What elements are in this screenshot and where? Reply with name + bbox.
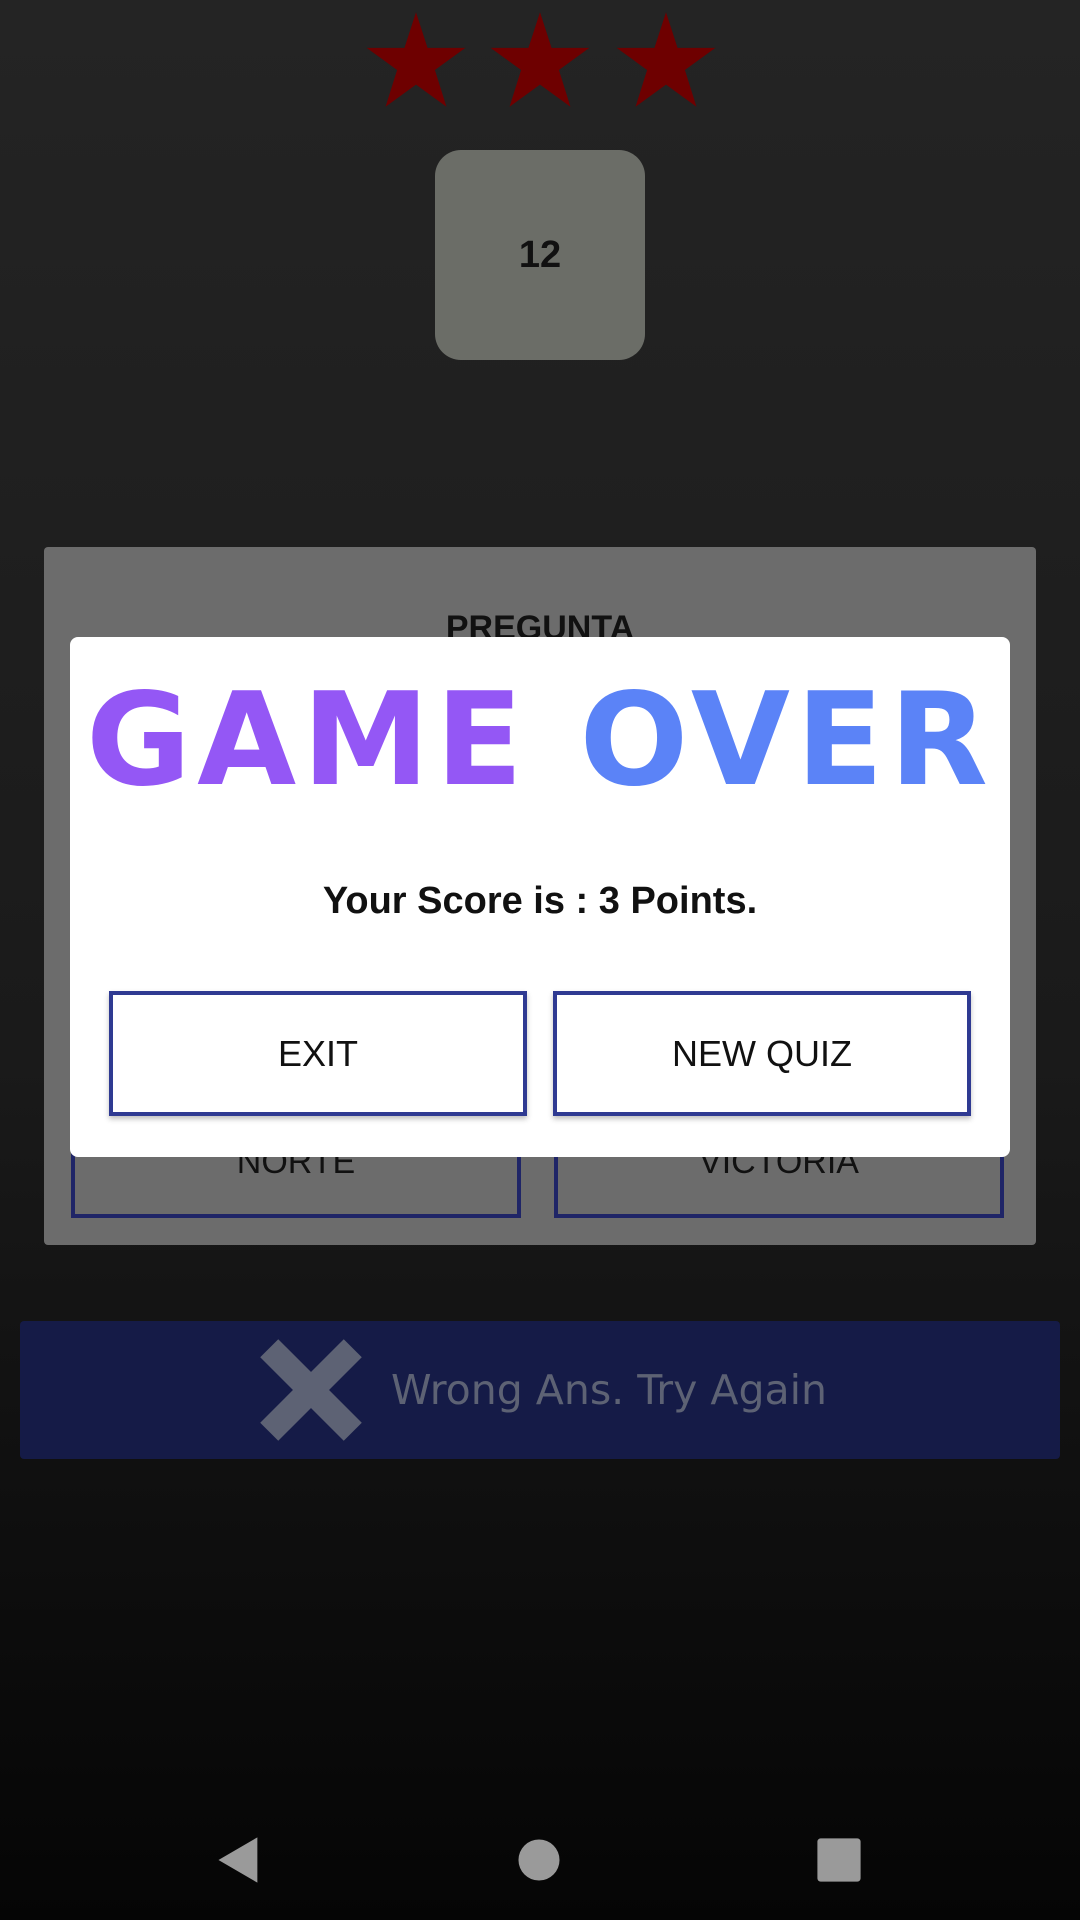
star-rating (0, 8, 1080, 113)
timer-value: 12 (518, 233, 562, 276)
game-over-title: GAME OVER (70, 677, 1010, 805)
new-quiz-button[interactable]: NEW QUIZ (553, 991, 971, 1116)
countdown-timer: 12 (435, 150, 645, 360)
new-quiz-button-label: NEW QUIZ (672, 1032, 852, 1074)
score-text: Your Score is : 3 Points. (322, 880, 758, 922)
close-icon (253, 1332, 369, 1448)
star-icon (486, 8, 594, 113)
title-word-over: OVER (579, 666, 994, 815)
exit-button-label: EXIT (277, 1032, 358, 1074)
game-over-dialog: GAME OVER Your Score is : 3 Points. EXIT… (70, 637, 1010, 1157)
wrong-answer-banner: Wrong Ans. Try Again (20, 1321, 1060, 1459)
back-icon[interactable] (212, 1833, 266, 1887)
recents-icon[interactable] (812, 1833, 866, 1887)
star-icon (612, 8, 720, 113)
star-icon (362, 8, 470, 113)
title-word-game: GAME (86, 666, 529, 815)
system-navigation-bar (0, 1800, 1080, 1920)
home-icon[interactable] (512, 1833, 566, 1887)
feedback-text: Wrong Ans. Try Again (391, 1366, 827, 1414)
exit-button[interactable]: EXIT (109, 991, 527, 1116)
